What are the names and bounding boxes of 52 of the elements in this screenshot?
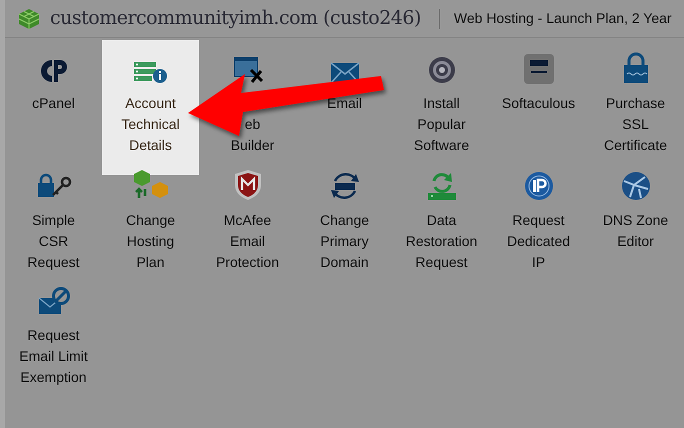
padlock-icon <box>622 52 648 84</box>
tool-label: Data <box>426 211 456 230</box>
tool-label: Builder <box>230 136 274 155</box>
tool-label: Request <box>415 253 468 272</box>
server-info-icon <box>132 60 168 84</box>
shield-icon <box>234 169 262 201</box>
tool-label: Email Limit <box>19 347 88 366</box>
tool-label: Purchase <box>606 94 666 113</box>
tool-label: Primary <box>320 232 369 251</box>
tool-label: Hosting <box>126 232 174 251</box>
tool-label: Simple <box>32 211 75 230</box>
domain-sync-icon <box>328 171 360 201</box>
tool-label: Request <box>27 326 80 345</box>
tool-label: CSR <box>38 232 68 251</box>
tool-label: Change <box>320 211 370 230</box>
tool-label: Software <box>414 136 470 155</box>
disc-icon <box>428 56 456 84</box>
tool-label: Certificate <box>604 136 668 155</box>
tool-label: Editor <box>617 232 654 251</box>
tool-label: Details <box>129 136 172 155</box>
tool-label: Email <box>326 94 362 113</box>
tool-label: Account <box>125 94 176 113</box>
tool-label: DNS Zone <box>602 211 668 230</box>
globe-network-icon <box>620 171 650 201</box>
plan-name: Web Hosting - Launch Plan, 2 Year <box>454 9 672 28</box>
tool-item[interactable]: McAfee Email Protection <box>199 165 296 290</box>
tool-label: eb <box>244 115 260 134</box>
tool-label: Request <box>512 211 565 230</box>
tool-item[interactable]: Change Primary Domain <box>296 165 393 290</box>
tool-label: Exemption <box>20 368 87 387</box>
tool-label: Softaculous <box>502 94 576 113</box>
tool-label: Install <box>423 94 460 113</box>
tool-label: Dedicated <box>506 232 570 251</box>
tool-item[interactable]: Account Technical Details <box>102 40 199 175</box>
refresh-server-icon <box>426 171 456 201</box>
tool-label: Domain <box>320 253 369 272</box>
tool-label: Restoration <box>406 232 478 251</box>
tool-label: SSL <box>622 115 649 134</box>
tool-label: Email <box>230 232 265 251</box>
tool-label: Change <box>126 211 176 230</box>
tool-label: cPanel <box>32 94 75 113</box>
tool-label: Protection <box>216 253 280 272</box>
tool-label: Technical <box>121 115 180 134</box>
tool-label: Popular <box>417 115 466 134</box>
ip-badge-icon <box>524 171 554 201</box>
tool-label: IP <box>532 253 546 272</box>
cube-logo-icon <box>18 8 40 30</box>
tool-label: McAfee <box>224 211 272 230</box>
site-title: customercommunityimh.com (custo246) <box>50 6 421 32</box>
envelope-ban-icon <box>38 286 70 316</box>
tool-label: Plan <box>136 253 164 272</box>
tool-label: Request <box>27 253 80 272</box>
